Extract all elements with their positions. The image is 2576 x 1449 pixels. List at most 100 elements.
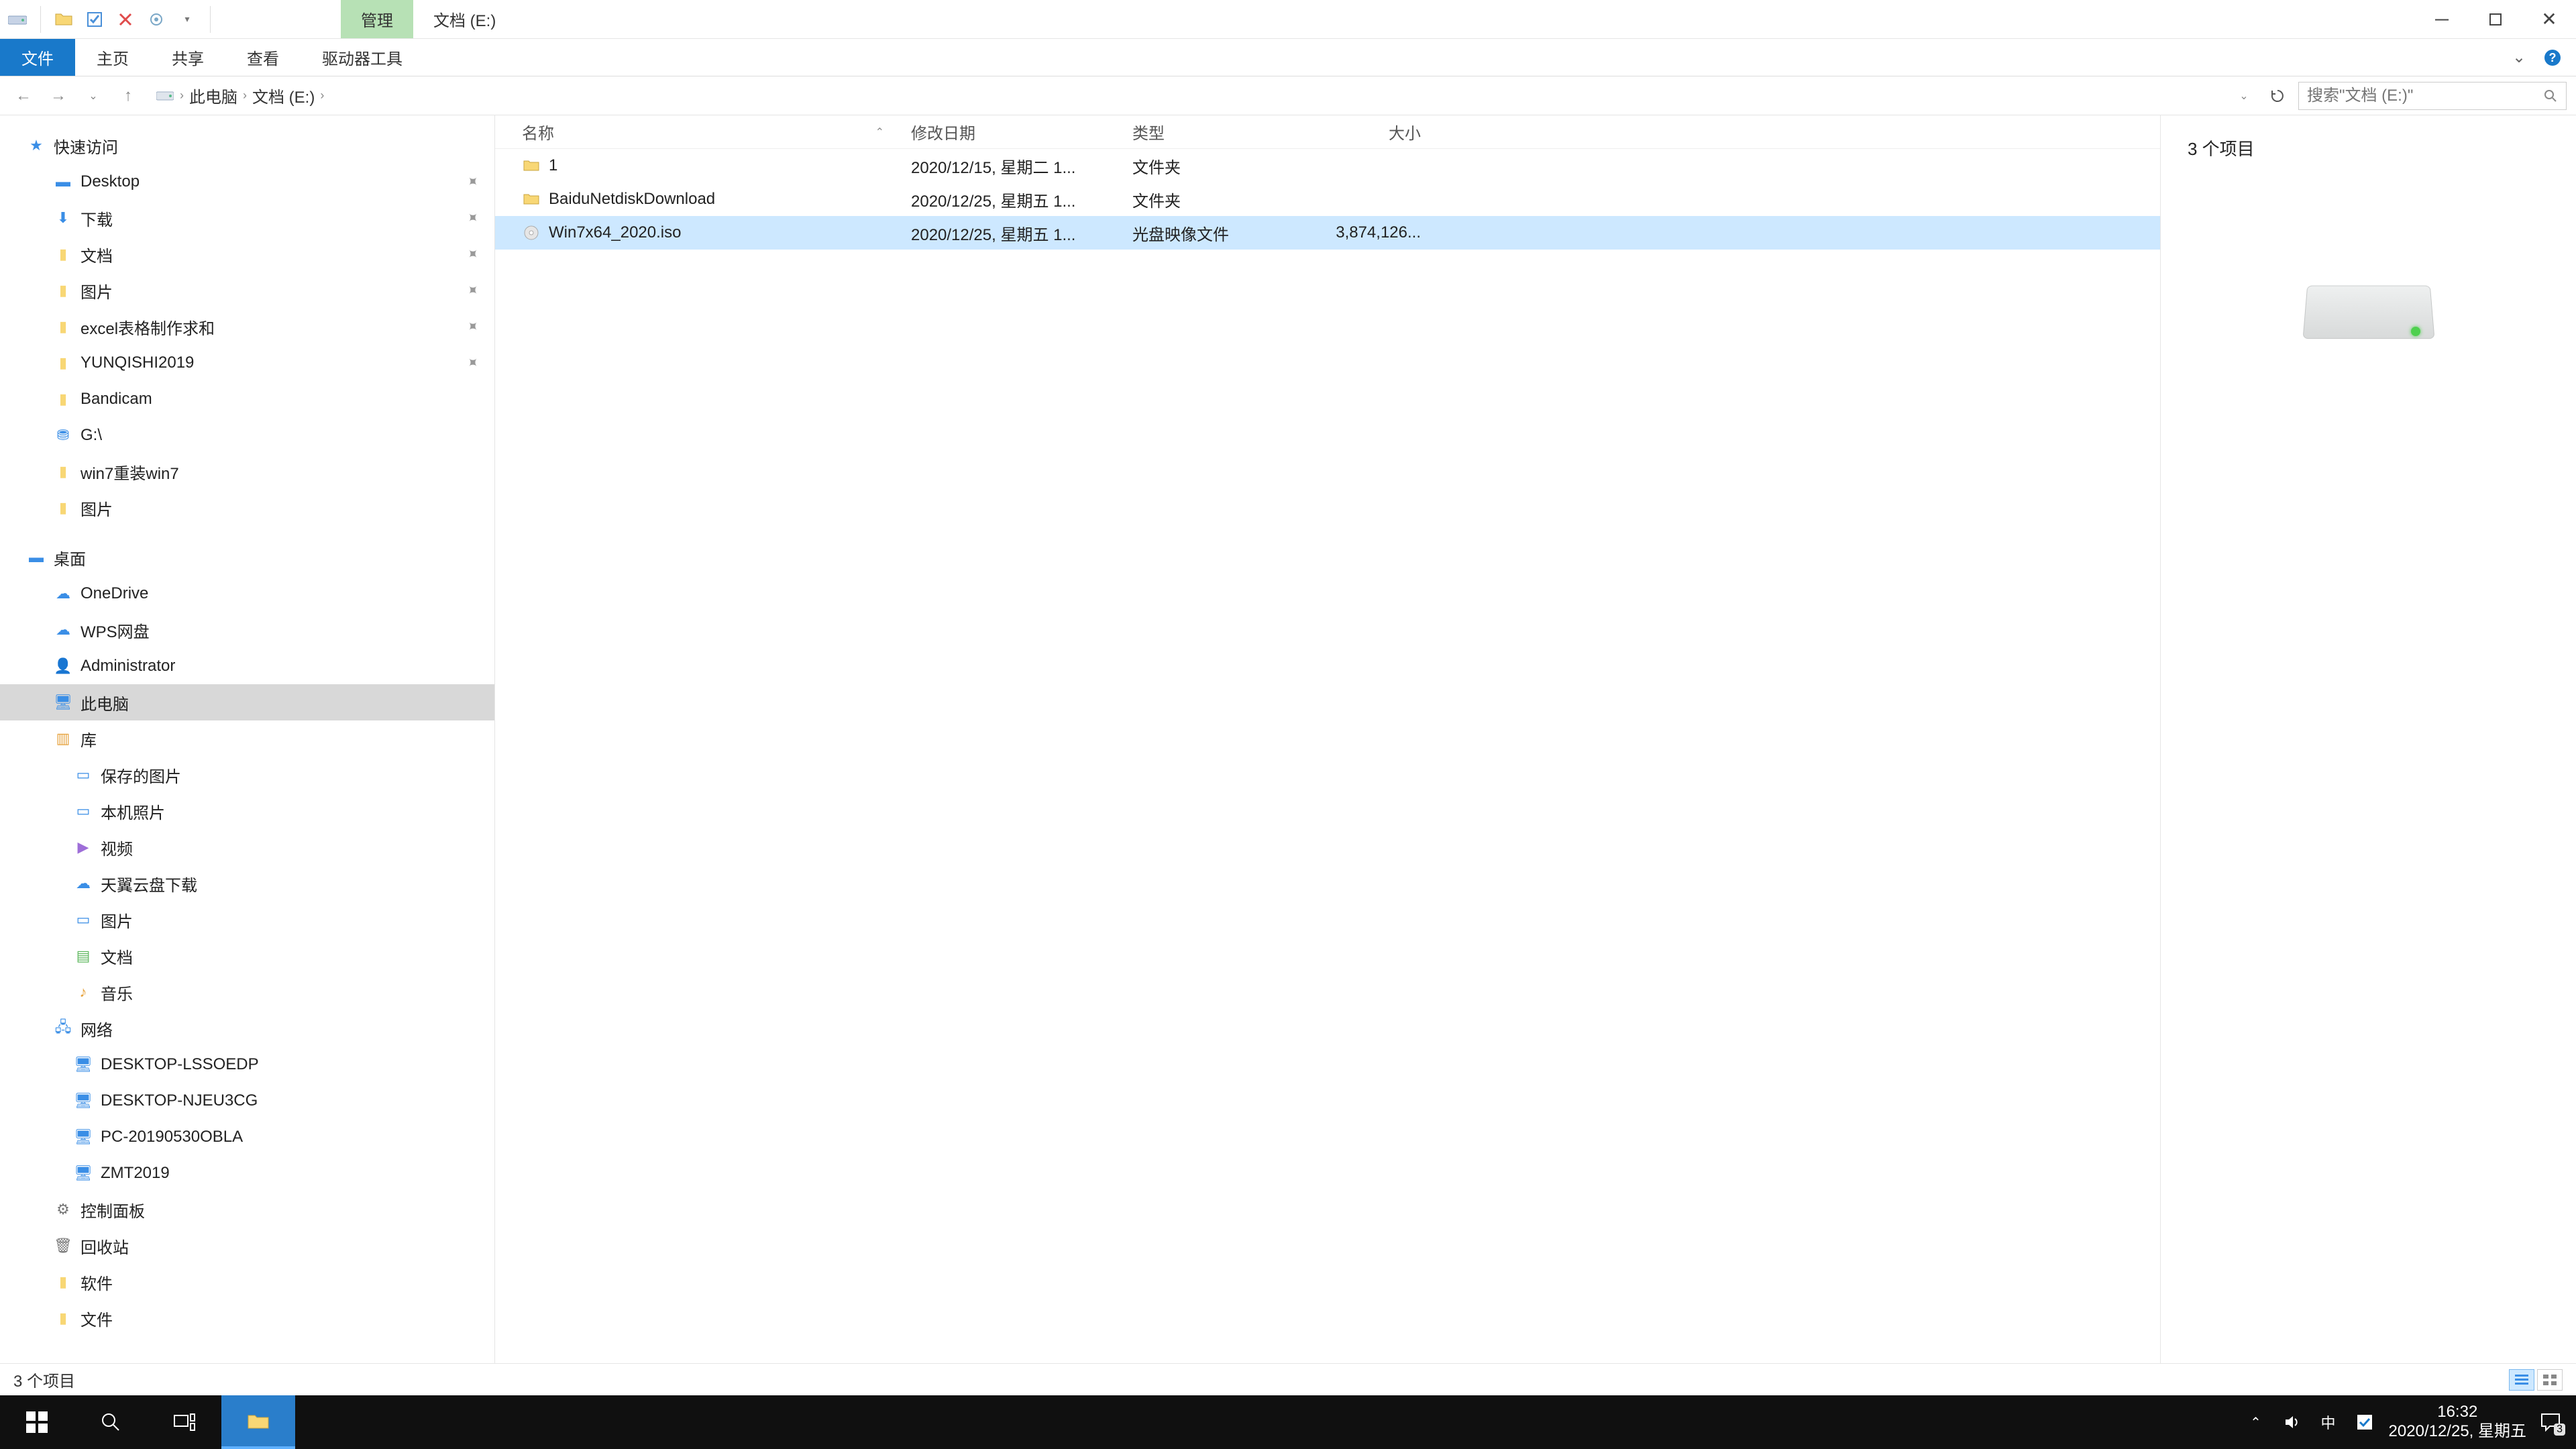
gear-icon[interactable] [146,9,167,30]
taskbar-search-button[interactable] [74,1395,148,1449]
tree-downloads[interactable]: ⬇ 下载 ✦ [0,200,494,236]
cell-name: Win7x64_2020.iso [549,223,911,242]
ribbon-tab-file[interactable]: 文件 [0,39,75,76]
tree-net1[interactable]: 🖥 DESKTOP-LSSOEDP [0,1046,494,1083]
ribbon-expand-icon[interactable]: ⌄ [2509,48,2529,68]
music-icon: ♪ [74,983,93,1002]
tree-network[interactable]: 🖧 网络 [0,1010,494,1046]
tree-pictures[interactable]: ▮ 图片 ✦ [0,272,494,309]
tree-excel[interactable]: ▮ excel表格制作求和 ✦ [0,309,494,345]
pin-icon: ✦ [462,316,482,337]
view-icons-button[interactable] [2537,1369,2563,1391]
contextual-tab-manage[interactable]: 管理 [341,0,413,38]
close-red-icon[interactable] [115,9,136,30]
explorer-window: ▾ 管理 文档 (E:) ─ ✕ 文件 主页 共享 查看 驱动器工具 ⌄ ? [0,0,2576,1449]
tray-action-center-icon[interactable]: 3 [2538,1410,2563,1434]
tree-videos[interactable]: ▶ 视频 [0,829,494,865]
tree-camera-roll[interactable]: ▭ 本机照片 [0,793,494,829]
tree-net4[interactable]: 🖥 ZMT2019 [0,1155,494,1191]
crumb-this-pc[interactable]: 此电脑 [189,84,237,107]
tree-admin[interactable]: 👤 Administrator [0,648,494,684]
tree-software[interactable]: ▮ 软件 [0,1264,494,1300]
start-button[interactable] [0,1395,74,1449]
breadcrumb[interactable]: › 此电脑 › 文档 (E:) › [149,84,2223,107]
tree-quick-access[interactable]: ★ 快速访问 [0,127,494,164]
tree-lib-docs[interactable]: ▤ 文档 [0,938,494,974]
search-icon[interactable] [2543,89,2558,103]
folder-icon: ▮ [54,1273,72,1291]
tree-net2[interactable]: 🖥 DESKTOP-NJEU3CG [0,1083,494,1119]
tree-libraries[interactable]: ▥ 库 [0,720,494,757]
tree-tianyi[interactable]: ☁ 天翼云盘下载 [0,865,494,902]
tree-desktop[interactable]: ▬ Desktop ✦ [0,164,494,200]
col-header-size[interactable]: 大小 [1300,120,1421,144]
nav-forward-button[interactable]: → [44,82,72,110]
tree-label: 音乐 [101,981,133,1004]
ribbon-tab-drive-tools[interactable]: 驱动器工具 [301,39,424,76]
ribbon-tab-share[interactable]: 共享 [150,39,225,76]
col-header-date[interactable]: 修改日期 [911,120,1132,144]
tree-label: 图片 [101,908,133,932]
tree-desktop-section[interactable]: ▬ 桌面 [0,539,494,576]
address-dropdown-icon[interactable]: ⌄ [2230,82,2258,110]
tray-volume-icon[interactable] [2280,1410,2304,1434]
status-bar: 3 个项目 [0,1363,2576,1395]
tree-gdrive[interactable]: ⛃ G:\ [0,417,494,453]
qat-dropdown-icon[interactable]: ▾ [176,9,198,30]
task-view-button[interactable] [148,1395,221,1449]
tree-onedrive[interactable]: ☁ OneDrive [0,576,494,612]
list-item[interactable]: 1 2020/12/15, 星期二 1... 文件夹 [495,149,2160,182]
col-header-type[interactable]: 类型 [1132,120,1300,144]
nav-tree[interactable]: ★ 快速访问 ▬ Desktop ✦ ⬇ 下载 ✦ ▮ 文档 ✦ ▮ 图片 ✦ [0,115,495,1363]
tray-action-badge: 3 [2554,1424,2565,1436]
tree-saved-pics[interactable]: ▭ 保存的图片 [0,757,494,793]
tree-win7reinstall[interactable]: ▮ win7重装win7 [0,453,494,490]
computer-icon: 🖥 [74,1128,93,1146]
refresh-icon[interactable] [2263,82,2292,110]
tree-documents[interactable]: ▮ 文档 ✦ [0,236,494,272]
ribbon-tab-home[interactable]: 主页 [75,39,150,76]
nav-back-button[interactable]: ← [9,82,38,110]
col-header-name[interactable]: 名称 ⌃ [522,120,911,144]
search-input[interactable] [2307,87,2543,105]
tree-control-panel[interactable]: ⚙ 控制面板 [0,1191,494,1228]
tree-pictures2[interactable]: ▮ 图片 [0,490,494,526]
minimize-button[interactable]: ─ [2415,0,2469,38]
tray-ime-icon[interactable]: 中 [2316,1410,2341,1434]
tree-lib-pictures[interactable]: ▭ 图片 [0,902,494,938]
ribbon-help-icon[interactable]: ? [2542,48,2563,68]
tree-label: 回收站 [80,1234,129,1258]
tree-wps[interactable]: ☁ WPS网盘 [0,612,494,648]
tree-net3[interactable]: 🖥 PC-20190530OBLA [0,1119,494,1155]
tree-label: 下载 [80,207,113,230]
tray-clock[interactable]: 16:32 2020/12/25, 星期五 [2389,1403,2526,1442]
computer-icon: 🖥 [74,1055,93,1074]
crumb-drive[interactable]: 文档 (E:) [252,84,315,107]
list-item-selected[interactable]: Win7x64_2020.iso 2020/12/25, 星期五 1... 光盘… [495,216,2160,250]
tree-recycle[interactable]: 🗑 回收站 [0,1228,494,1264]
tree-lib-music[interactable]: ♪ 音乐 [0,974,494,1010]
tray-security-icon[interactable] [2353,1410,2377,1434]
ribbon-tab-view[interactable]: 查看 [225,39,301,76]
tree-files[interactable]: ▮ 文件 [0,1300,494,1336]
pin-icon: ✦ [462,244,482,264]
list-header[interactable]: 名称 ⌃ 修改日期 类型 大小 [495,115,2160,149]
tree-yunqishi[interactable]: ▮ YUNQISHI2019 ✦ [0,345,494,381]
maximize-button[interactable] [2469,0,2522,38]
ribbon-right: ⌄ ? [2509,39,2576,76]
app-icon[interactable] [7,9,28,30]
view-details-button[interactable] [2509,1369,2534,1391]
nav-up-button[interactable]: ↑ [114,82,142,110]
nav-recent-dropdown[interactable]: ⌄ [79,82,107,110]
tree-this-pc[interactable]: 🖥 此电脑 [0,684,494,720]
properties-checkbox-icon[interactable] [84,9,105,30]
file-list[interactable]: 名称 ⌃ 修改日期 类型 大小 1 2020/12/15, 星期二 1... 文… [495,115,2160,1363]
search-box[interactable] [2298,82,2567,110]
tray-overflow-icon[interactable]: ⌃ [2244,1410,2268,1434]
cell-date: 2020/12/15, 星期二 1... [911,154,1132,178]
taskbar-explorer-button[interactable] [221,1395,295,1449]
open-folder-icon[interactable] [53,9,74,30]
tree-bandicam[interactable]: ▮ Bandicam [0,381,494,417]
close-button[interactable]: ✕ [2522,0,2576,38]
list-item[interactable]: BaiduNetdiskDownload 2020/12/25, 星期五 1..… [495,182,2160,216]
